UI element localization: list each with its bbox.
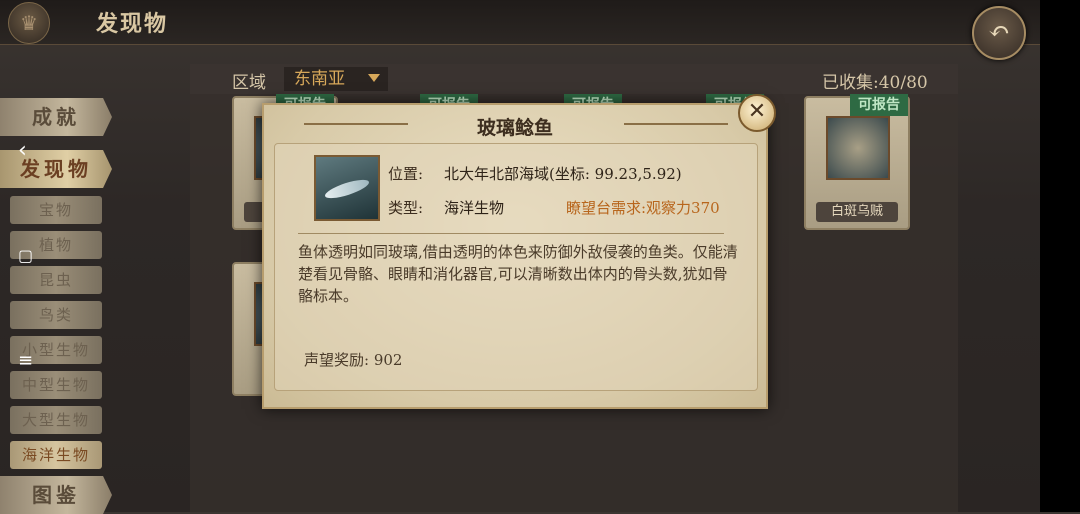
reportable-tag: 可报告 bbox=[850, 94, 908, 116]
card-thumbnail bbox=[826, 116, 890, 180]
card-name: 白斑乌贼 bbox=[816, 202, 898, 222]
glass-catfish-thumbnail bbox=[314, 155, 380, 221]
fish-icon bbox=[323, 176, 371, 202]
collected-counter: 已收集:40/80 bbox=[822, 73, 928, 93]
reward-label: 声望奖励: bbox=[304, 351, 370, 369]
sub-tab-birds[interactable]: 鸟类 bbox=[10, 301, 102, 329]
sub-tab-large-creatures[interactable]: 大型生物 bbox=[10, 406, 102, 434]
sub-tab-insects[interactable]: 昆虫 bbox=[10, 266, 102, 294]
close-icon: ✕ bbox=[747, 99, 767, 124]
sub-tab-medium-creatures[interactable]: 中型生物 bbox=[10, 371, 102, 399]
top-bar: ♛ 发现物 bbox=[0, 0, 1040, 45]
category-tab-discoveries[interactable]: 发现物 bbox=[0, 150, 112, 188]
category-tab-codex[interactable]: 图鉴 bbox=[0, 476, 112, 514]
type-value: 海洋生物 bbox=[444, 199, 505, 217]
reputation-reward: 声望奖励: 902 bbox=[304, 349, 402, 370]
close-button[interactable]: ✕ bbox=[738, 94, 776, 132]
back-arrow-icon: ↶ bbox=[988, 17, 1010, 47]
divider bbox=[298, 233, 724, 234]
type-label: 类型: bbox=[388, 199, 424, 217]
system-back-icon[interactable]: ‹ bbox=[18, 138, 27, 163]
location-value: 北大年北部海域(坐标: 99.23,5.92) bbox=[444, 165, 682, 183]
description-text: 鱼体透明如同玻璃,借由透明的体色来防御外敌侵袭的鱼类。仅能清楚看见骨骼、眼睛和消… bbox=[298, 243, 738, 305]
system-home-icon[interactable]: ▢ bbox=[18, 246, 33, 265]
sub-tab-marine-life[interactable]: 海洋生物 bbox=[10, 441, 102, 469]
back-button[interactable]: ↶ bbox=[972, 6, 1026, 60]
category-tab-achievements[interactable]: 成就 bbox=[0, 98, 112, 136]
system-menu-icon[interactable]: ≡ bbox=[18, 350, 33, 371]
title-ornament-right bbox=[624, 123, 728, 125]
lion-emblem-icon: ♛ bbox=[8, 2, 50, 44]
watchtower-requirement: 瞭望台需求:观察力370 bbox=[566, 199, 720, 217]
discovery-card[interactable]: 白斑乌贼 bbox=[804, 96, 910, 230]
sub-tab-treasure[interactable]: 宝物 bbox=[10, 196, 102, 224]
screen-edge bbox=[1040, 0, 1080, 512]
location-label: 位置: bbox=[388, 165, 424, 183]
discovery-detail-modal: 玻璃鲶鱼 位置: 北大年北部海域(坐标: 99.23,5.92) 类型: 海洋生… bbox=[262, 103, 768, 409]
reward-value: 902 bbox=[373, 351, 403, 369]
modal-title: 玻璃鲶鱼 bbox=[476, 117, 553, 139]
page-title: 发现物 bbox=[96, 11, 169, 37]
region-label: 区域 bbox=[232, 73, 266, 93]
dropdown-arrow-icon[interactable] bbox=[368, 74, 380, 82]
